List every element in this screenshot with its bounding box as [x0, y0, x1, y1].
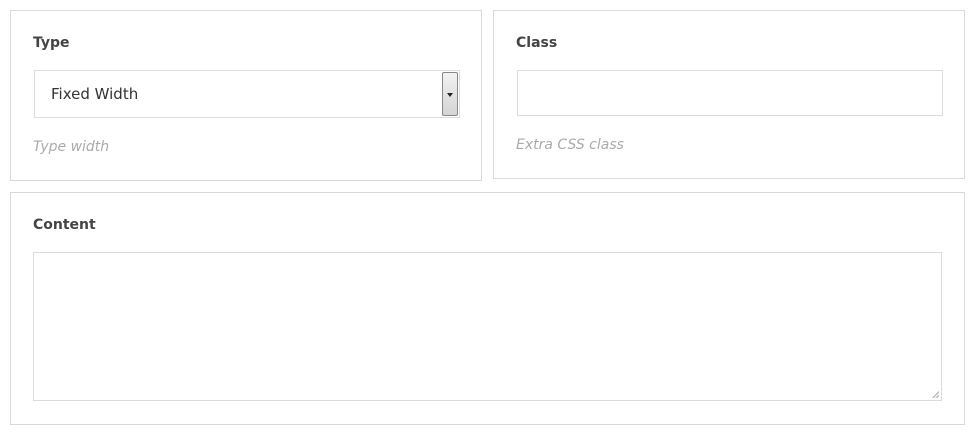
class-hint: Extra CSS class: [516, 137, 624, 153]
type-panel: Type Fixed Width Type width: [10, 10, 482, 181]
content-textarea[interactable]: [33, 252, 942, 401]
content-panel: Content: [10, 192, 965, 425]
class-panel: Class Extra CSS class: [493, 10, 965, 179]
type-select-value: Fixed Width: [51, 85, 139, 103]
class-input[interactable]: [517, 70, 943, 116]
class-label: Class: [516, 35, 558, 51]
type-select[interactable]: Fixed Width: [34, 70, 460, 118]
type-hint: Type width: [33, 139, 110, 155]
chevron-down-icon[interactable]: [442, 72, 458, 116]
content-label: Content: [33, 217, 96, 233]
resize-handle-icon[interactable]: [930, 389, 939, 398]
type-label: Type: [33, 35, 70, 51]
